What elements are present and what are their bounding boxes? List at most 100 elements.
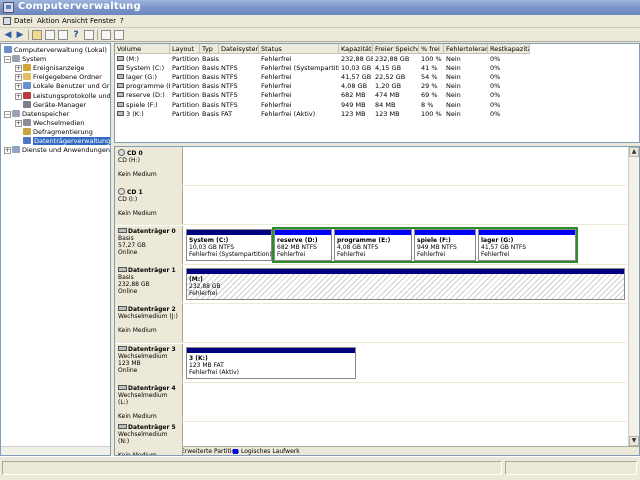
disk-map-scrollbar[interactable]: ▲ ▼ bbox=[628, 147, 639, 446]
tree-item[interactable]: Defragmentierung bbox=[23, 127, 93, 137]
column-header[interactable]: Dateisystem bbox=[219, 44, 259, 54]
users-groups-icon bbox=[23, 82, 31, 90]
volume-name-cell[interactable]: 3 (K:) bbox=[115, 110, 170, 119]
volume-name-cell[interactable]: spiele (F:) bbox=[115, 101, 170, 110]
column-header[interactable]: Freier Speicher bbox=[373, 44, 419, 54]
console-tree[interactable]: Computerverwaltung (Lokal) − System + Ereign… bbox=[0, 43, 111, 456]
scroll-up-icon[interactable]: ▲ bbox=[629, 147, 639, 157]
menu-aktion[interactable]: Aktion bbox=[37, 17, 59, 25]
expand-icon[interactable]: + bbox=[15, 74, 22, 82]
window-title: Computerverwaltung bbox=[18, 1, 141, 12]
disk-detail: Kein Medium bbox=[118, 210, 157, 218]
menu-help[interactable]: ? bbox=[120, 17, 124, 25]
toolbar: ◀ ▶ ? bbox=[0, 28, 640, 42]
disk-info[interactable]: Datenträger 5 Wechselmedium (N:) Kein Med… bbox=[115, 422, 183, 455]
disk-map[interactable]: ▲ ▼ Primäre PartitionErweiterte Partitio… bbox=[114, 146, 640, 456]
column-header[interactable]: Kapazität bbox=[339, 44, 373, 54]
expand-icon[interactable]: + bbox=[15, 83, 22, 91]
properties-icon[interactable] bbox=[58, 30, 68, 40]
tree-item[interactable]: + Wechselmedien bbox=[15, 118, 84, 128]
collapse-icon[interactable]: − bbox=[4, 56, 11, 64]
show-tree-icon[interactable] bbox=[45, 30, 55, 40]
volume-name-cell[interactable]: System (C:) bbox=[115, 64, 170, 73]
tree-item[interactable]: − System bbox=[4, 55, 46, 64]
disk-info[interactable]: Datenträger 2 Wechselmedium (J:) Kein Med… bbox=[115, 304, 183, 343]
menu-fenster[interactable]: Fenster bbox=[90, 17, 116, 25]
back-icon[interactable]: ◀ bbox=[3, 30, 13, 40]
partition-block[interactable]: reserve (D:) 682 MB NTFS Fehlerfrei bbox=[274, 228, 332, 261]
tree-item[interactable]: + Leistungsprotokolle und Warnungen bbox=[15, 91, 110, 101]
partition-block[interactable]: 3 (K:) 123 MB FAT Fehlerfrei (Aktiv) bbox=[186, 346, 356, 379]
column-header[interactable]: Fehlertoleranz bbox=[444, 44, 488, 54]
collapse-icon[interactable]: − bbox=[4, 110, 11, 118]
table-cell: Partition bbox=[172, 91, 200, 100]
help-icon[interactable]: ? bbox=[71, 30, 81, 40]
disk-name: Datenträger 4 bbox=[118, 384, 179, 392]
expand-icon[interactable]: + bbox=[15, 65, 22, 73]
computer-management-icon[interactable] bbox=[3, 2, 14, 13]
column-header[interactable]: % frei bbox=[419, 44, 444, 54]
list-view-icon[interactable] bbox=[84, 30, 94, 40]
volume-list[interactable]: Volume Layout Typ Dateisystem Status Kapazitä… bbox=[114, 43, 640, 143]
mmc-console-icon[interactable] bbox=[3, 17, 11, 25]
expand-icon[interactable]: + bbox=[15, 92, 22, 100]
tree-horizontal-scrollbar[interactable] bbox=[1, 446, 110, 455]
partition-block[interactable]: lager (G:) 41,57 GB NTFS Fehlerfrei bbox=[478, 228, 576, 261]
defragmenter-icon bbox=[23, 127, 31, 135]
partition-block[interactable]: (M:) 232,88 GB Fehlerfrei bbox=[186, 267, 625, 300]
column-header[interactable]: Layout bbox=[170, 44, 200, 54]
table-cell: 682 MB bbox=[341, 91, 366, 100]
column-header[interactable]: Restkapazität bbox=[488, 44, 530, 54]
settings-icon[interactable] bbox=[101, 30, 111, 40]
disk-area: System (C:) 10,03 GB NTFS Fehlerfrei (Syst… bbox=[184, 226, 627, 264]
column-header[interactable]: Status bbox=[259, 44, 339, 54]
volume-name-cell[interactable]: lager (G:) bbox=[115, 73, 170, 82]
volume-name-cell[interactable]: reserve (D:) bbox=[115, 91, 170, 100]
volume-name-cell[interactable]: (M:) bbox=[115, 55, 170, 64]
disk-info[interactable]: CD 0 CD (H:) Kein Medium bbox=[115, 147, 183, 185]
disk-info[interactable]: Datenträger 1 Basis 232,88 GB Online bbox=[115, 264, 183, 303]
disk-info[interactable]: Datenträger 0 Basis 57,27 GB Online bbox=[115, 225, 183, 264]
disk-area bbox=[184, 383, 627, 421]
properties-sheet-icon[interactable] bbox=[114, 30, 124, 40]
disk-detail: CD (I:) bbox=[118, 196, 138, 204]
title-bar: Computerverwaltung bbox=[0, 0, 640, 15]
tree-item[interactable]: Geräte-Manager bbox=[23, 100, 86, 110]
disk-name-label: Datenträger 3 bbox=[128, 345, 176, 353]
partition-block[interactable]: spiele (F:) 949 MB NTFS Fehlerfrei bbox=[414, 228, 476, 261]
volume-name: spiele (F:) bbox=[126, 100, 158, 109]
tree-item[interactable]: + Lokale Benutzer und Gruppen bbox=[15, 82, 110, 91]
expand-icon[interactable]: + bbox=[15, 119, 22, 127]
partition-block[interactable]: System (C:) 10,03 GB NTFS Fehlerfrei (Syst… bbox=[186, 228, 272, 261]
disk-detail: CD (H:) bbox=[118, 157, 140, 164]
menu-datei[interactable]: Datei bbox=[14, 17, 33, 25]
disk-name-label: CD 0 bbox=[127, 150, 143, 157]
volume-name-cell[interactable]: programme (E:) bbox=[115, 82, 170, 91]
tree-item[interactable]: + Ereignisanzeige bbox=[15, 64, 84, 73]
expand-icon[interactable]: + bbox=[4, 147, 11, 155]
partition-block[interactable]: programme (E:) 4,08 GB NTFS Fehlerfrei bbox=[334, 228, 412, 261]
tree-item[interactable]: − Datenspeicher bbox=[4, 109, 69, 119]
tree-item[interactable]: + Freigegebene Ordner bbox=[15, 73, 102, 82]
disk-area: (M:) 232,88 GB Fehlerfrei bbox=[184, 265, 627, 303]
up-folder-icon[interactable] bbox=[32, 30, 42, 40]
scroll-down-icon[interactable]: ▼ bbox=[629, 436, 639, 446]
disk-detail bbox=[118, 445, 179, 452]
disk-row: Datenträger 0 Basis 57,27 GB Online System (… bbox=[115, 225, 627, 265]
disk-info[interactable]: Datenträger 4 Wechselmedium (L:) Kein Med… bbox=[115, 382, 183, 421]
tree-item[interactable]: Computerverwaltung (Lokal) bbox=[4, 46, 107, 55]
tree-item[interactable]: + Dienste und Anwendungen bbox=[4, 146, 110, 155]
disk-info[interactable]: Datenträger 3 Wechselmedium 123 MB Online bbox=[115, 343, 183, 382]
cd-drive-icon bbox=[118, 149, 125, 156]
column-header[interactable]: Volume bbox=[115, 44, 170, 54]
disk-info[interactable]: CD 1 CD (I:) Kein Medium bbox=[115, 186, 183, 225]
partition-title: System (C:) bbox=[189, 236, 229, 244]
volume-icon bbox=[117, 56, 124, 61]
table-cell: Fehlerfrei (Aktiv) bbox=[261, 109, 316, 118]
removable-disk-icon bbox=[118, 306, 127, 312]
column-header[interactable]: Typ bbox=[200, 44, 219, 54]
forward-icon[interactable]: ▶ bbox=[15, 30, 25, 40]
tree-item[interactable]: Datenträgerverwaltung bbox=[23, 137, 110, 146]
menu-ansicht[interactable]: Ansicht bbox=[62, 17, 88, 25]
volume-icon bbox=[117, 110, 124, 116]
